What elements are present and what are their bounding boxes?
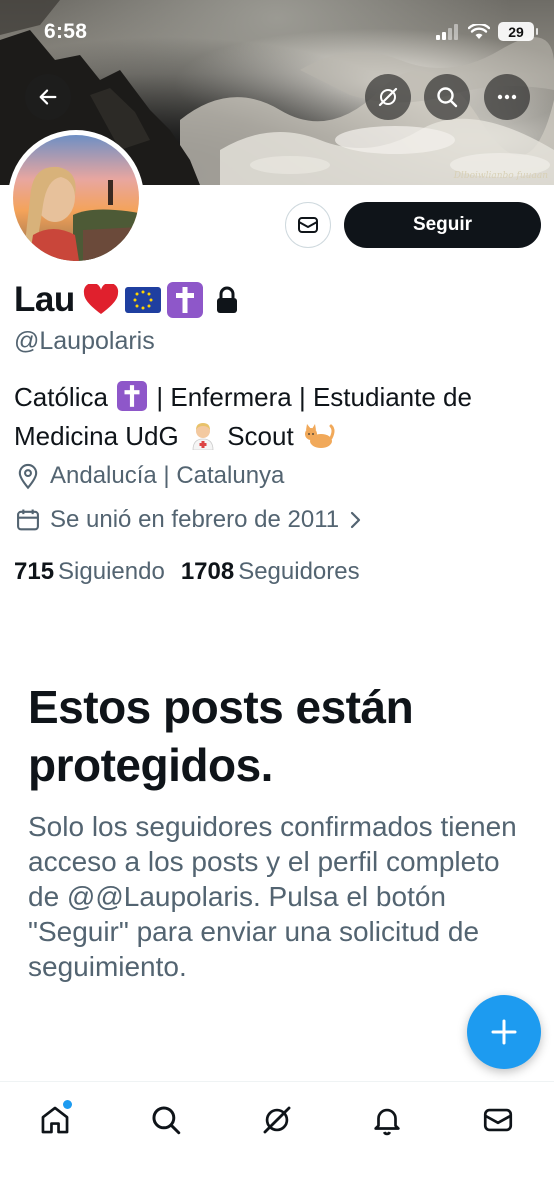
avatar[interactable] <box>8 130 144 266</box>
notifications-icon <box>374 1108 400 1136</box>
status-indicators: 29 <box>436 22 538 41</box>
chevron-right-icon <box>351 511 361 529</box>
calendar-icon <box>17 509 39 531</box>
bio: Católica | Enfermera | Estudiante de Med… <box>14 378 544 456</box>
red-heart-icon <box>83 284 118 314</box>
followers-count: 1708 <box>180 558 235 585</box>
joined-text: Se unió en febrero de 2011 <box>50 506 340 533</box>
more-button[interactable] <box>484 74 530 120</box>
handle: @Laupolaris <box>14 327 155 355</box>
grok-button[interactable] <box>365 74 411 120</box>
plus-icon <box>491 1019 517 1045</box>
nav-grok[interactable] <box>257 1100 297 1140</box>
bottom-navigation <box>0 1081 554 1200</box>
following-label: Siguiendo <box>58 558 165 585</box>
follow-stats: 715 Siguiendo 1708 Seguidores <box>14 558 360 586</box>
followers-label: Seguidores <box>238 558 360 585</box>
message-button[interactable] <box>285 202 331 248</box>
notification-dot <box>63 1100 72 1109</box>
nav-notifications[interactable] <box>367 1100 407 1140</box>
envelope-icon <box>298 217 318 233</box>
follow-button[interactable]: Seguir <box>344 202 541 248</box>
profile-page: Dlboiwlianbo fuuaan 6:58 29 Seguir Lau @… <box>0 0 554 1200</box>
search-icon <box>152 1106 181 1135</box>
location-text: Andalucía | Catalunya <box>50 462 285 489</box>
following-link[interactable]: 715 Siguiendo <box>14 558 165 586</box>
lock-icon <box>216 286 237 313</box>
location-row: Andalucía | Catalunya <box>14 462 284 490</box>
name-row: Lau <box>14 280 241 320</box>
status-bar: 6:58 29 <box>0 0 554 62</box>
cellular-signal-icon <box>436 23 458 40</box>
protected-description: Solo los seguidores confirmados tienen a… <box>28 811 517 982</box>
compose-button[interactable] <box>467 995 541 1069</box>
location-pin-icon <box>18 463 38 490</box>
protected-title: Estos posts están protegidos. <box>28 681 414 791</box>
banner-signature: Dlboiwlianbo fuuaan <box>453 171 548 181</box>
search-button[interactable] <box>424 74 470 120</box>
cat-icon <box>304 424 335 448</box>
latin-cross-icon <box>117 381 148 411</box>
status-time: 6:58 <box>44 20 88 43</box>
nav-search[interactable] <box>146 1100 186 1140</box>
avatar-photo <box>13 135 139 261</box>
name-emojis <box>83 282 241 318</box>
grok-icon <box>263 1106 291 1134</box>
messages-icon <box>483 1108 513 1132</box>
eu-flag-icon <box>124 287 161 313</box>
latin-cross-icon <box>166 282 203 318</box>
nav-home[interactable] <box>35 1100 75 1140</box>
nav-messages[interactable] <box>478 1100 518 1140</box>
battery-indicator: 29 <box>498 22 538 41</box>
back-button[interactable] <box>25 74 71 120</box>
joined-row[interactable]: Se unió en febrero de 2011 <box>14 506 365 534</box>
wifi-icon <box>468 23 490 39</box>
bio-part3: Scout <box>227 421 294 451</box>
arrow-left-icon <box>39 89 57 105</box>
more-horizontal-icon <box>497 94 517 100</box>
bio-part1: Católica <box>14 382 108 412</box>
grok-icon <box>378 87 398 107</box>
display-name: Lau <box>14 280 75 319</box>
following-count: 715 <box>14 558 55 585</box>
health-worker-icon <box>192 423 214 450</box>
followers-link[interactable]: 1708 Seguidores <box>181 558 360 586</box>
search-icon <box>437 87 458 108</box>
